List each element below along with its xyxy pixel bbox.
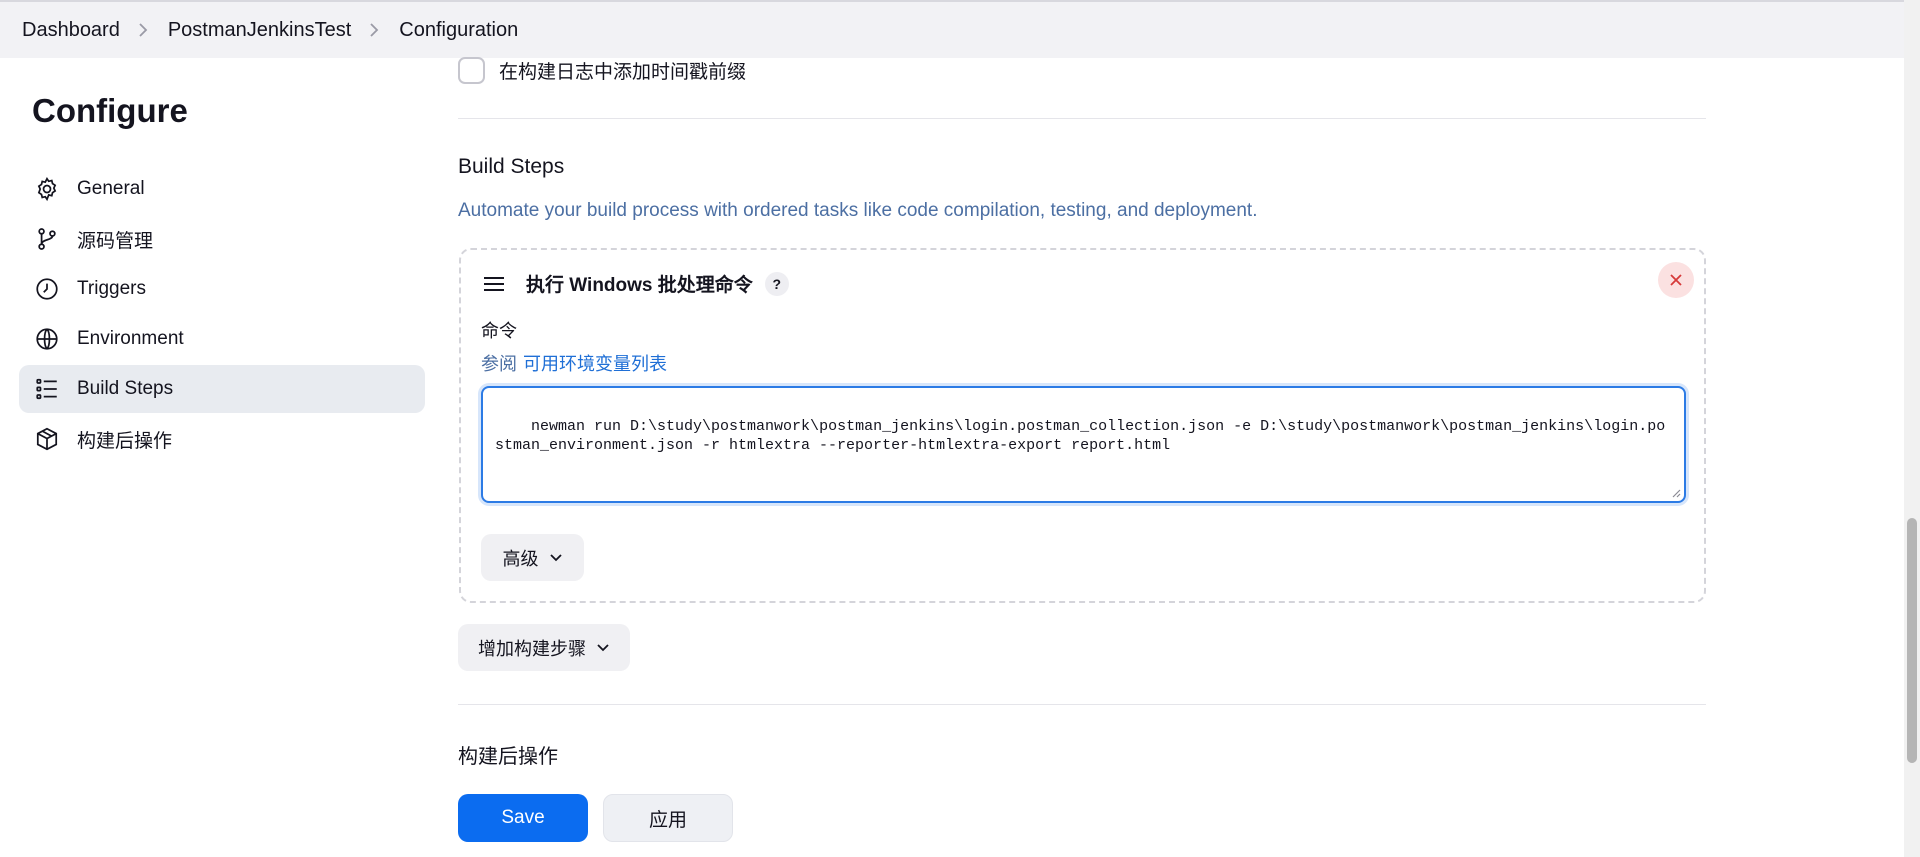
build-steps-title: Build Steps <box>458 155 565 178</box>
resize-handle-icon[interactable] <box>1671 488 1681 498</box>
add-build-step-button[interactable]: 增加构建步骤 <box>458 624 630 671</box>
command-help: 参阅 可用环境变量列表 <box>481 350 667 376</box>
sidebar-item-triggers[interactable]: Triggers <box>19 265 425 313</box>
breadcrumb-configuration[interactable]: Configuration <box>399 19 518 42</box>
command-label: 命令 <box>481 321 517 341</box>
gear-icon <box>33 175 61 203</box>
sidebar-item-general[interactable]: General <box>19 165 425 213</box>
sidebar-item-build-steps[interactable]: Build Steps <box>19 365 425 413</box>
list-icon <box>33 375 61 403</box>
drag-handle-icon[interactable] <box>483 276 505 297</box>
sidebar-item-label: Environment <box>77 328 184 349</box>
help-icon[interactable]: ? <box>764 271 789 296</box>
command-text: newman run D:\study\postmanwork\postman_… <box>495 418 1666 454</box>
build-step-card: 执行 Windows 批处理命令 ? 命令 参阅 可用环境变量列表 newman … <box>459 248 1706 603</box>
chevron-down-icon <box>597 643 609 651</box>
sidebar-item-environment[interactable]: Environment <box>19 315 425 363</box>
page-title: Configure <box>32 92 188 129</box>
chevron-right-icon <box>138 23 148 37</box>
scrollbar-thumb[interactable] <box>1907 518 1917 763</box>
chevron-right-icon <box>369 23 379 37</box>
globe-icon <box>33 325 61 353</box>
build-step-title-text: 执行 Windows 批处理命令 <box>526 275 753 296</box>
breadcrumb-job[interactable]: PostmanJenkinsTest <box>168 19 351 42</box>
post-build-title: 构建后操作 <box>458 746 558 768</box>
breadcrumb-dashboard[interactable]: Dashboard <box>22 19 120 42</box>
sidebar-item-source-control[interactable]: 源码管理 <box>19 215 425 263</box>
clock-icon <box>33 275 61 303</box>
sidebar-item-label: Triggers <box>77 278 146 299</box>
advanced-button[interactable]: 高级 <box>481 534 584 581</box>
scrollbar[interactable] <box>1904 0 1920 857</box>
sidebar-item-label: General <box>77 178 145 199</box>
command-textarea[interactable]: newman run D:\study\postmanwork\postman_… <box>481 386 1686 503</box>
build-step-title: 执行 Windows 批处理命令 ? <box>526 270 789 297</box>
branch-icon <box>33 225 61 253</box>
sidebar-item-label: 源码管理 <box>77 230 154 252</box>
breadcrumb: Dashboard PostmanJenkinsTest Configurati… <box>0 0 1904 58</box>
timestamp-option: 在构建日志中添加时间戳前缀 <box>458 57 746 84</box>
env-vars-link[interactable]: 可用环境变量列表 <box>523 354 667 374</box>
sidebar: General 源码管理 Triggers Environment Build … <box>19 165 425 465</box>
command-help-prefix: 参阅 <box>481 354 517 374</box>
divider <box>458 118 1706 119</box>
action-bar <box>0 776 1904 857</box>
apply-button[interactable]: 应用 <box>603 794 733 842</box>
timestamp-checkbox-label: 在构建日志中添加时间戳前缀 <box>499 62 747 83</box>
package-icon <box>33 425 61 453</box>
sidebar-item-post-build[interactable]: 构建后操作 <box>19 415 425 463</box>
close-icon <box>1670 274 1682 286</box>
add-build-step-label: 增加构建步骤 <box>478 638 586 659</box>
delete-step-button[interactable] <box>1658 262 1694 298</box>
save-button[interactable]: Save <box>458 794 588 842</box>
timestamp-checkbox[interactable] <box>458 57 485 84</box>
build-steps-description: Automate your build process with ordered… <box>458 200 1258 221</box>
chevron-down-icon <box>549 553 562 561</box>
advanced-label: 高级 <box>502 548 539 569</box>
divider <box>458 704 1706 705</box>
sidebar-item-label: 构建后操作 <box>77 430 173 452</box>
sidebar-item-label: Build Steps <box>77 378 174 399</box>
